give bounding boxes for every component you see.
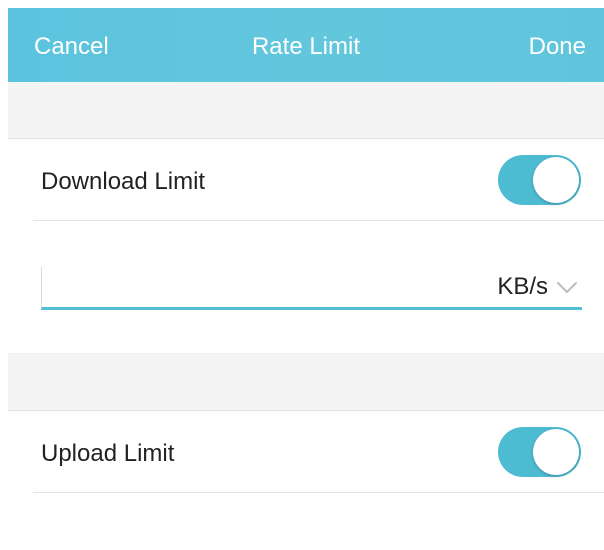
download-limit-input-section: KB/s <box>8 221 604 353</box>
download-limit-label: Download Limit <box>41 168 206 195</box>
upload-limit-label: Upload Limit <box>41 440 175 467</box>
section-spacer <box>8 353 604 411</box>
cancel-button[interactable]: Cancel <box>34 33 109 61</box>
done-button[interactable]: Done <box>529 33 586 61</box>
download-limit-input[interactable] <box>48 271 472 303</box>
download-limit-toggle[interactable] <box>498 155 581 205</box>
download-limit-row: Download Limit <box>8 139 604 221</box>
upload-limit-row: Upload Limit <box>8 411 604 493</box>
rate-limit-screen: Cancel Rate Limit Done Download Limit KB… <box>8 8 604 550</box>
navigation-bar: Cancel Rate Limit Done <box>8 8 604 82</box>
toggle-knob <box>533 429 579 475</box>
upload-limit-toggle[interactable] <box>498 427 581 477</box>
content-area <box>8 493 604 550</box>
download-limit-field[interactable]: KB/s <box>41 267 582 310</box>
toggle-knob <box>533 157 579 203</box>
section-spacer <box>8 82 604 139</box>
unit-label: KB/s <box>497 273 548 300</box>
chevron-down-icon <box>557 282 577 293</box>
